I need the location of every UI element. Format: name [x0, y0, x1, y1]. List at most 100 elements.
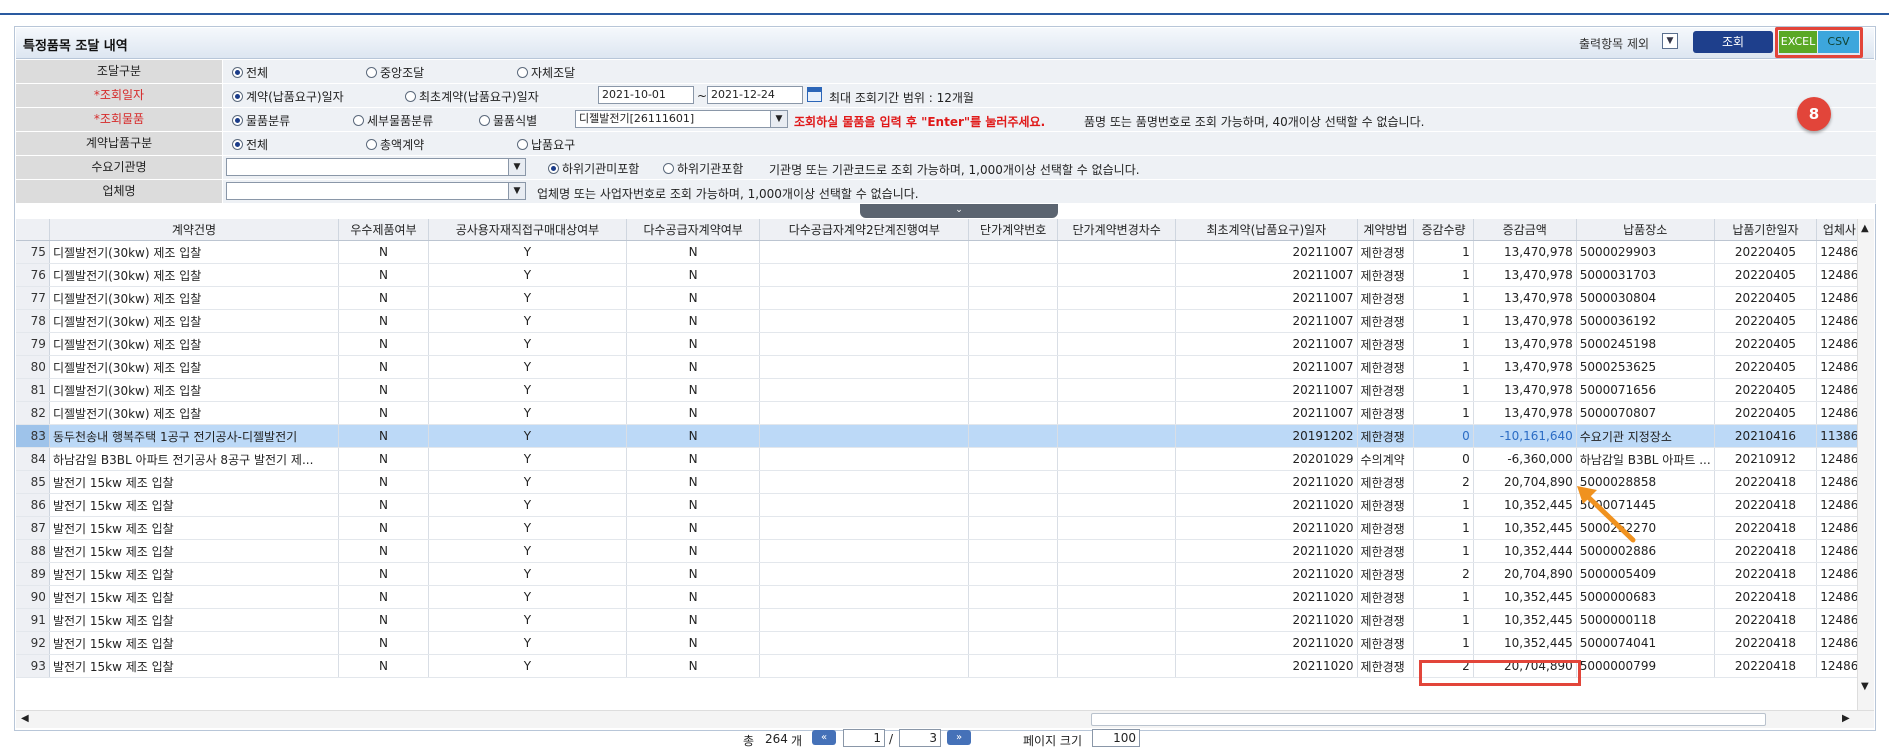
table-row[interactable]: 75 디젤발전기(30kw) 제조 입찰 N Y N 20211007 제한경쟁 1 13,47… [16, 240, 1874, 264]
table-cell: N [626, 332, 761, 356]
table-cell [968, 240, 1059, 264]
form-row-procurement-type: 조달구분 전체 중앙조달 자체조달 [16, 60, 1876, 84]
column-header[interactable]: 우수제품여부 [338, 219, 430, 241]
radio-detail-item-class[interactable]: 세부물품분류 [353, 112, 433, 129]
column-header[interactable]: 다수공급자계약2단계진행여부 [759, 219, 970, 241]
radio-include-sub[interactable]: 하위기관포함 [663, 160, 743, 177]
table-row[interactable]: 89 발전기 15kw 제조 입찰 N Y N 20211020 제한경쟁 2 20,704,8… [16, 562, 1874, 586]
vertical-scrollbar[interactable]: ▲ ▼ [1857, 219, 1874, 710]
item-select[interactable]: 디젤발전기[26111601] ▼ [575, 110, 788, 128]
column-header[interactable]: 납품기한일자 [1714, 219, 1818, 241]
table-cell: 발전기 15kw 제조 입찰 [49, 516, 339, 540]
scroll-up-icon[interactable]: ▲ [1861, 223, 1869, 234]
table-cell: N [338, 355, 430, 379]
table-row[interactable]: 79 디젤발전기(30kw) 제조 입찰 N Y N 20211007 제한경쟁 1 13,47… [16, 332, 1874, 356]
table-row[interactable]: 77 디젤발전기(30kw) 제조 입찰 N Y N 20211007 제한경쟁 1 13,47… [16, 286, 1874, 310]
column-header[interactable]: 공사용자재직접구매대상여부 [428, 219, 627, 241]
page-size-input[interactable]: 100 [1092, 729, 1140, 747]
table-cell: 1 [1413, 355, 1474, 379]
column-header[interactable]: 다수공급자계약여부 [626, 219, 761, 241]
excel-button[interactable]: EXCEL [1779, 31, 1817, 53]
column-header[interactable]: 납품장소 [1576, 219, 1715, 241]
company-select[interactable]: ▼ [226, 182, 526, 200]
next-page-button[interactable]: » [947, 730, 971, 745]
output-exclude-dropdown[interactable]: ▼ [1662, 33, 1678, 49]
column-header[interactable]: 단가계약변경차수 [1057, 219, 1177, 241]
horizontal-scroll-thumb[interactable] [1091, 713, 1766, 726]
radio-lump-sum[interactable]: 총액계약 [366, 136, 424, 153]
chevron-down-icon: ▼ [508, 183, 525, 199]
page-title: 특정품목 조달 내역 [23, 39, 128, 54]
page-input[interactable]: 1 [843, 729, 885, 747]
date-to-input[interactable]: 2021-12-24 [707, 86, 803, 104]
table-cell: N [626, 562, 761, 586]
table-cell: 제한경쟁 [1357, 355, 1415, 379]
table-cell [759, 286, 970, 310]
table-row[interactable]: 82 디젤발전기(30kw) 제조 입찰 N Y N 20211007 제한경쟁 1 13,47… [16, 401, 1874, 425]
query-date-label: *조회일자 [16, 84, 223, 107]
table-cell: 5000036192 [1576, 309, 1715, 333]
table-cell: N [626, 654, 761, 678]
column-header[interactable] [16, 219, 50, 241]
table-cell: 13,470,978 [1473, 378, 1577, 402]
company-note: 업체명 또는 사업자번호로 조회 가능하며, 1,000개이상 선택할 수 없습… [537, 187, 919, 201]
radio-first-contract-date[interactable]: 최초계약(납품요구)일자 [405, 88, 539, 105]
radio-central[interactable]: 중앙조달 [366, 64, 424, 81]
total-pages: 3 [899, 729, 941, 747]
table-cell: 발전기 15kw 제조 입찰 [49, 470, 339, 494]
table-row[interactable]: 90 발전기 15kw 제조 입찰 N Y N 20211020 제한경쟁 1 10,352,4… [16, 585, 1874, 609]
scroll-right-icon[interactable]: ▶ [1842, 713, 1850, 724]
column-header[interactable]: 단가계약번호 [968, 219, 1059, 241]
table-cell: 디젤발전기(30kw) 제조 입찰 [49, 263, 339, 287]
table-row[interactable]: 92 발전기 15kw 제조 입찰 N Y N 20211020 제한경쟁 1 10,352,4… [16, 631, 1874, 655]
date-from-input[interactable]: 2021-10-01 [598, 86, 694, 104]
table-cell [1057, 240, 1177, 264]
table-cell: 20220405 [1714, 263, 1818, 287]
table-cell: 5000029903 [1576, 240, 1715, 264]
table-row[interactable]: 83 동두천송내 행복주택 1공구 전기공사-디젤발전기 N Y N 20191202 제한… [16, 424, 1874, 448]
radio-all[interactable]: 전체 [232, 64, 268, 81]
calendar-icon[interactable] [807, 87, 822, 102]
column-header[interactable]: 증감금액 [1473, 219, 1577, 241]
table-cell: N [626, 424, 761, 448]
radio-exclude-sub[interactable]: 하위기관미포함 [548, 160, 639, 177]
radio-delivery-request[interactable]: 납품요구 [517, 136, 575, 153]
table-cell: N [338, 378, 430, 402]
radio-contract-all[interactable]: 전체 [232, 136, 268, 153]
table-cell: N [338, 309, 430, 333]
table-cell: 20220405 [1714, 378, 1818, 402]
column-header[interactable]: 증감수량 [1413, 219, 1474, 241]
collapse-toggle[interactable]: ⌄ [860, 204, 1058, 218]
total-prefix: 총 [743, 734, 755, 748]
table-row[interactable]: 84 하남감일 B3BL 아파트 전기공사 8공구 발전기 제... N Y N 2020… [16, 447, 1874, 471]
radio-item-class[interactable]: 물품분류 [232, 112, 290, 129]
table-cell: Y [428, 585, 627, 609]
scroll-left-icon[interactable]: ◀ [21, 713, 29, 724]
table-row[interactable]: 93 발전기 15kw 제조 입찰 N Y N 20211020 제한경쟁 2 20,704,8… [16, 654, 1874, 678]
table-cell: 디젤발전기(30kw) 제조 입찰 [49, 240, 339, 264]
horizontal-scrollbar[interactable]: ◀ ▶ [16, 710, 1874, 728]
table-row[interactable]: 80 디젤발전기(30kw) 제조 입찰 N Y N 20211007 제한경쟁 1 13,47… [16, 355, 1874, 379]
column-header[interactable]: 계약건명 [49, 219, 339, 241]
table-cell: N [338, 286, 430, 310]
item-limit-note: 품명 또는 품명번호로 조회 가능하며, 40개이상 선택할 수 없습니다. [1084, 115, 1425, 129]
table-row[interactable]: 91 발전기 15kw 제조 입찰 N Y N 20211020 제한경쟁 1 10,352,4… [16, 608, 1874, 632]
column-header[interactable]: 최초계약(납품요구)일자 [1175, 219, 1358, 241]
radio-item-id[interactable]: 물품식별 [479, 112, 537, 129]
table-cell [1057, 263, 1177, 287]
radio-self[interactable]: 자체조달 [517, 64, 575, 81]
csv-button[interactable]: CSV [1818, 31, 1859, 53]
radio-contract-date[interactable]: 계약(납품요구)일자 [232, 88, 344, 105]
demand-agency-select[interactable]: ▼ [226, 158, 526, 176]
scroll-down-icon[interactable]: ▼ [1861, 681, 1869, 692]
table-cell: 제한경쟁 [1357, 309, 1415, 333]
table-cell: 제한경쟁 [1357, 378, 1415, 402]
table-row[interactable]: 76 디젤발전기(30kw) 제조 입찰 N Y N 20211007 제한경쟁 1 13,47… [16, 263, 1874, 287]
table-row[interactable]: 78 디젤발전기(30kw) 제조 입찰 N Y N 20211007 제한경쟁 1 13,47… [16, 309, 1874, 333]
column-header[interactable]: 계약방법 [1357, 219, 1415, 241]
search-button[interactable]: 조회 [1693, 31, 1773, 53]
query-item-label: *조회물품 [16, 108, 223, 131]
prev-page-button[interactable]: « [812, 730, 836, 745]
table-row[interactable]: 81 디젤발전기(30kw) 제조 입찰 N Y N 20211007 제한경쟁 1 13,47… [16, 378, 1874, 402]
table-cell: 5000000683 [1576, 585, 1715, 609]
